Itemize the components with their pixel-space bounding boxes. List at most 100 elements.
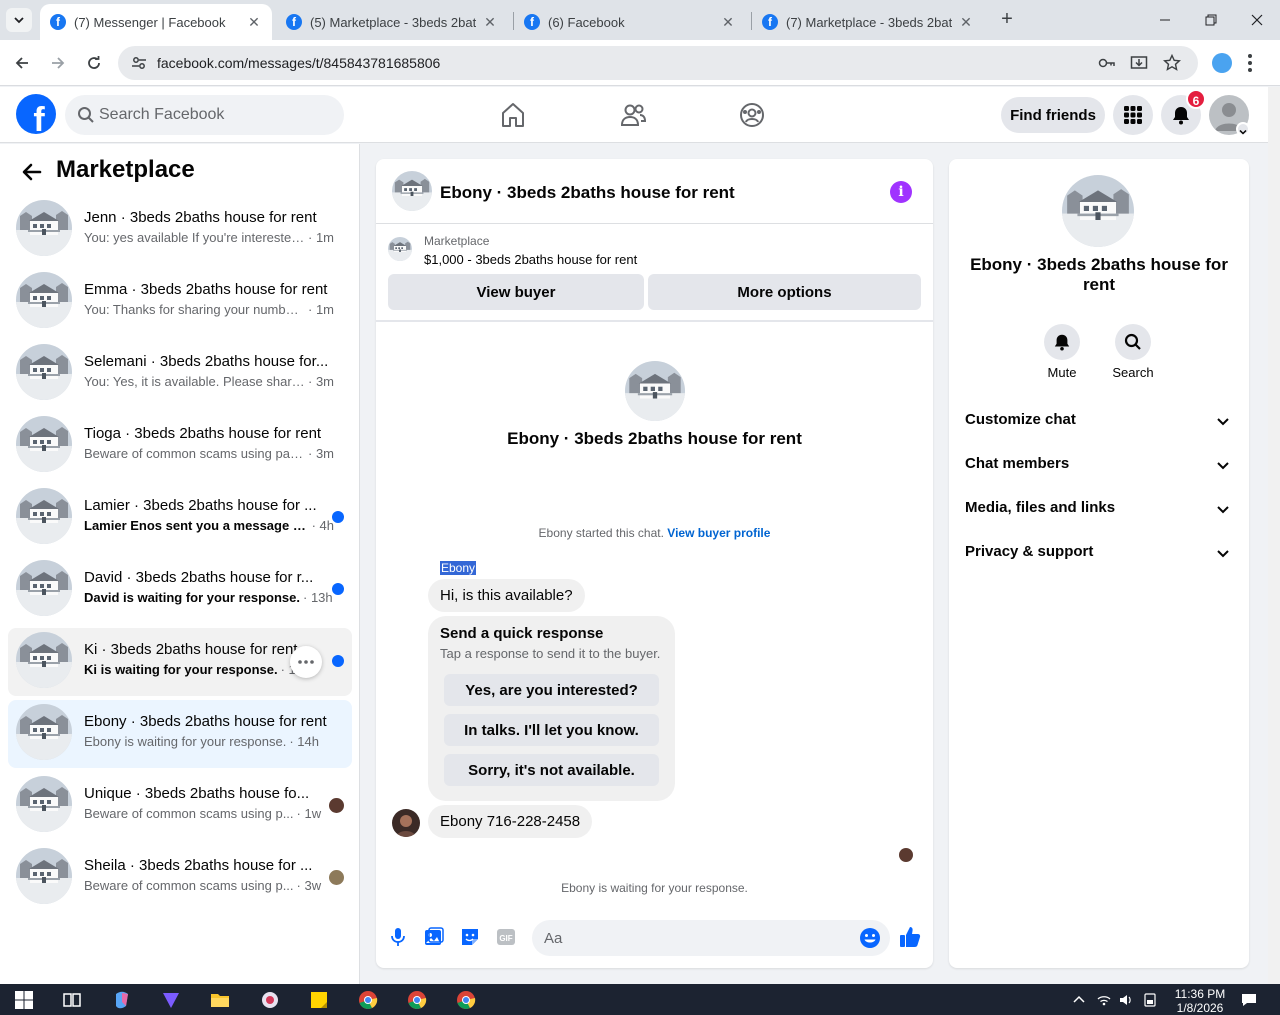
- facebook-logo-icon[interactable]: f: [16, 94, 56, 134]
- browser-menu-icon[interactable]: [1247, 52, 1253, 74]
- tab-search-button[interactable]: [6, 8, 32, 32]
- chrome-icon[interactable]: [357, 990, 379, 1010]
- volume-icon[interactable]: [1118, 992, 1134, 1008]
- browser-tab-2[interactable]: f (5) Marketplace - 3beds 2baths ✕: [276, 4, 508, 40]
- extension-icon[interactable]: [1212, 53, 1232, 73]
- find-friends-button[interactable]: Find friends: [1001, 97, 1105, 133]
- view-buyer-profile-link[interactable]: View buyer profile: [667, 526, 770, 540]
- chevron-down-icon: [14, 17, 24, 24]
- search-input[interactable]: [99, 95, 329, 135]
- media-files-links-row[interactable]: Media, files and links: [957, 487, 1241, 531]
- message-input[interactable]: [544, 920, 844, 956]
- quick-response-option[interactable]: In talks. I'll let you know.: [444, 714, 659, 746]
- house-photo: [388, 237, 412, 261]
- restore-button[interactable]: [1188, 0, 1234, 40]
- browser-tab-4[interactable]: f (7) Marketplace - 3beds 2baths ✕: [752, 4, 984, 40]
- new-tab-button[interactable]: +: [996, 9, 1018, 31]
- info-icon[interactable]: i: [890, 181, 912, 203]
- house-photo: [16, 344, 72, 400]
- sticker-icon[interactable]: [459, 926, 481, 948]
- bookmark-star-icon[interactable]: [1163, 54, 1181, 72]
- chat-started-notice: Ebony started this chat. View buyer prof…: [376, 526, 933, 540]
- info-avatar[interactable]: [1062, 175, 1134, 247]
- chat-avatar[interactable]: [392, 171, 432, 211]
- sender-avatar[interactable]: [392, 809, 420, 837]
- chrome-profile-icon[interactable]: [406, 990, 428, 1010]
- browser-tab-1[interactable]: f (7) Messenger | Facebook ✕: [40, 4, 272, 40]
- message-composer[interactable]: [532, 920, 890, 956]
- conversation-item[interactable]: Selemani · 3beds 2baths house for... You:…: [8, 340, 352, 408]
- key-icon[interactable]: [1098, 54, 1116, 72]
- close-icon[interactable]: ✕: [958, 14, 974, 31]
- address-bar[interactable]: facebook.com/messages/t/845843781685806: [118, 46, 1198, 80]
- battery-icon[interactable]: [1142, 992, 1158, 1008]
- conversation-item[interactable]: Ebony · 3beds 2baths house for rent Ebony…: [8, 700, 352, 768]
- forward-button[interactable]: [46, 51, 70, 75]
- groups-icon[interactable]: [738, 101, 766, 129]
- file-explorer-icon[interactable]: [209, 990, 231, 1010]
- privacy-support-row[interactable]: Privacy & support: [957, 531, 1241, 575]
- browser-tab-3[interactable]: f (6) Facebook ✕: [514, 4, 746, 40]
- page-scrollbar[interactable]: [1268, 87, 1280, 984]
- thumbs-up-icon[interactable]: [898, 925, 922, 949]
- conversation-item[interactable]: David · 3beds 2baths house for r... David…: [8, 556, 352, 624]
- friends-icon[interactable]: [619, 101, 647, 129]
- more-options-button[interactable]: More options: [648, 274, 921, 310]
- restore-icon: [1205, 14, 1217, 26]
- listing-thumbnail[interactable]: [388, 237, 412, 261]
- window-close-button[interactable]: [1234, 0, 1280, 40]
- more-options-button[interactable]: [290, 646, 322, 678]
- conversation-time: · 1w: [296, 806, 322, 821]
- conversation-item[interactable]: Ki · 3beds 2baths house for rent Ki is wa…: [8, 628, 352, 696]
- conversation-time: · 3m: [308, 374, 334, 389]
- back-button[interactable]: [10, 51, 34, 75]
- close-icon[interactable]: ✕: [720, 14, 736, 31]
- microphone-icon[interactable]: [387, 926, 409, 948]
- gif-icon[interactable]: GIF: [495, 926, 517, 948]
- snipping-tool-icon[interactable]: [259, 990, 281, 1010]
- account-menu-caret[interactable]: [1236, 122, 1250, 136]
- chevron-up-icon[interactable]: [1071, 992, 1087, 1008]
- conversation-item[interactable]: Unique · 3beds 2baths house fo... Beware …: [8, 772, 352, 840]
- copilot-icon[interactable]: [111, 990, 133, 1010]
- person-photo: [396, 815, 416, 837]
- quick-response-option[interactable]: Sorry, it's not available.: [444, 754, 659, 786]
- message-bubble[interactable]: Hi, is this available?: [428, 579, 585, 612]
- conversation-item[interactable]: Emma · 3beds 2baths house for rent You: T…: [8, 268, 352, 336]
- close-icon[interactable]: ✕: [482, 14, 498, 31]
- notification-center-icon[interactable]: [1240, 991, 1258, 1009]
- chrome-active-icon[interactable]: [455, 990, 477, 1010]
- quick-response-option[interactable]: Yes, are you interested?: [444, 674, 659, 706]
- chat-members-row[interactable]: Chat members: [957, 443, 1241, 487]
- customize-chat-row[interactable]: Customize chat: [957, 399, 1241, 443]
- conversation-item[interactable]: Lamier · 3beds 2baths house for ... Lamie…: [8, 484, 352, 552]
- photo-icon[interactable]: [423, 926, 445, 948]
- facebook-search[interactable]: [65, 95, 344, 135]
- emoji-icon[interactable]: [859, 927, 881, 949]
- conversation-item[interactable]: Sheila · 3beds 2baths house for ... Bewar…: [8, 844, 352, 912]
- chat-title[interactable]: Ebony · 3beds 2baths house for rent: [440, 183, 735, 203]
- conversation-item[interactable]: Jenn · 3beds 2baths house for rent You: y…: [8, 196, 352, 264]
- site-settings-icon[interactable]: [130, 54, 148, 72]
- wifi-icon[interactable]: [1096, 992, 1112, 1008]
- search-action[interactable]: Search: [1098, 324, 1168, 380]
- system-clock[interactable]: 11:36 PM 1/8/2026: [1160, 987, 1240, 1015]
- minimize-button[interactable]: [1142, 0, 1188, 40]
- install-app-icon[interactable]: [1130, 54, 1148, 72]
- menu-button[interactable]: [1113, 95, 1153, 135]
- view-buyer-button[interactable]: View buyer: [388, 274, 644, 310]
- listing-title[interactable]: $1,000 - 3beds 2baths house for rent: [424, 252, 637, 267]
- windows-start-icon[interactable]: [13, 990, 35, 1010]
- mute-action[interactable]: Mute: [1027, 324, 1097, 380]
- home-icon[interactable]: [499, 101, 527, 129]
- vpn-app-icon[interactable]: [160, 990, 182, 1010]
- conversation-item[interactable]: Tioga · 3beds 2baths house for rent Bewar…: [8, 412, 352, 480]
- sticky-notes-icon[interactable]: [308, 990, 330, 1010]
- reload-button[interactable]: [82, 51, 106, 75]
- panel-title: Marketplace: [56, 156, 195, 183]
- house-photo: [392, 171, 432, 211]
- task-view-icon[interactable]: [61, 990, 83, 1010]
- back-arrow-icon[interactable]: [20, 160, 44, 184]
- message-bubble[interactable]: Ebony 716-228-2458: [428, 805, 593, 838]
- close-icon[interactable]: ✕: [246, 14, 262, 31]
